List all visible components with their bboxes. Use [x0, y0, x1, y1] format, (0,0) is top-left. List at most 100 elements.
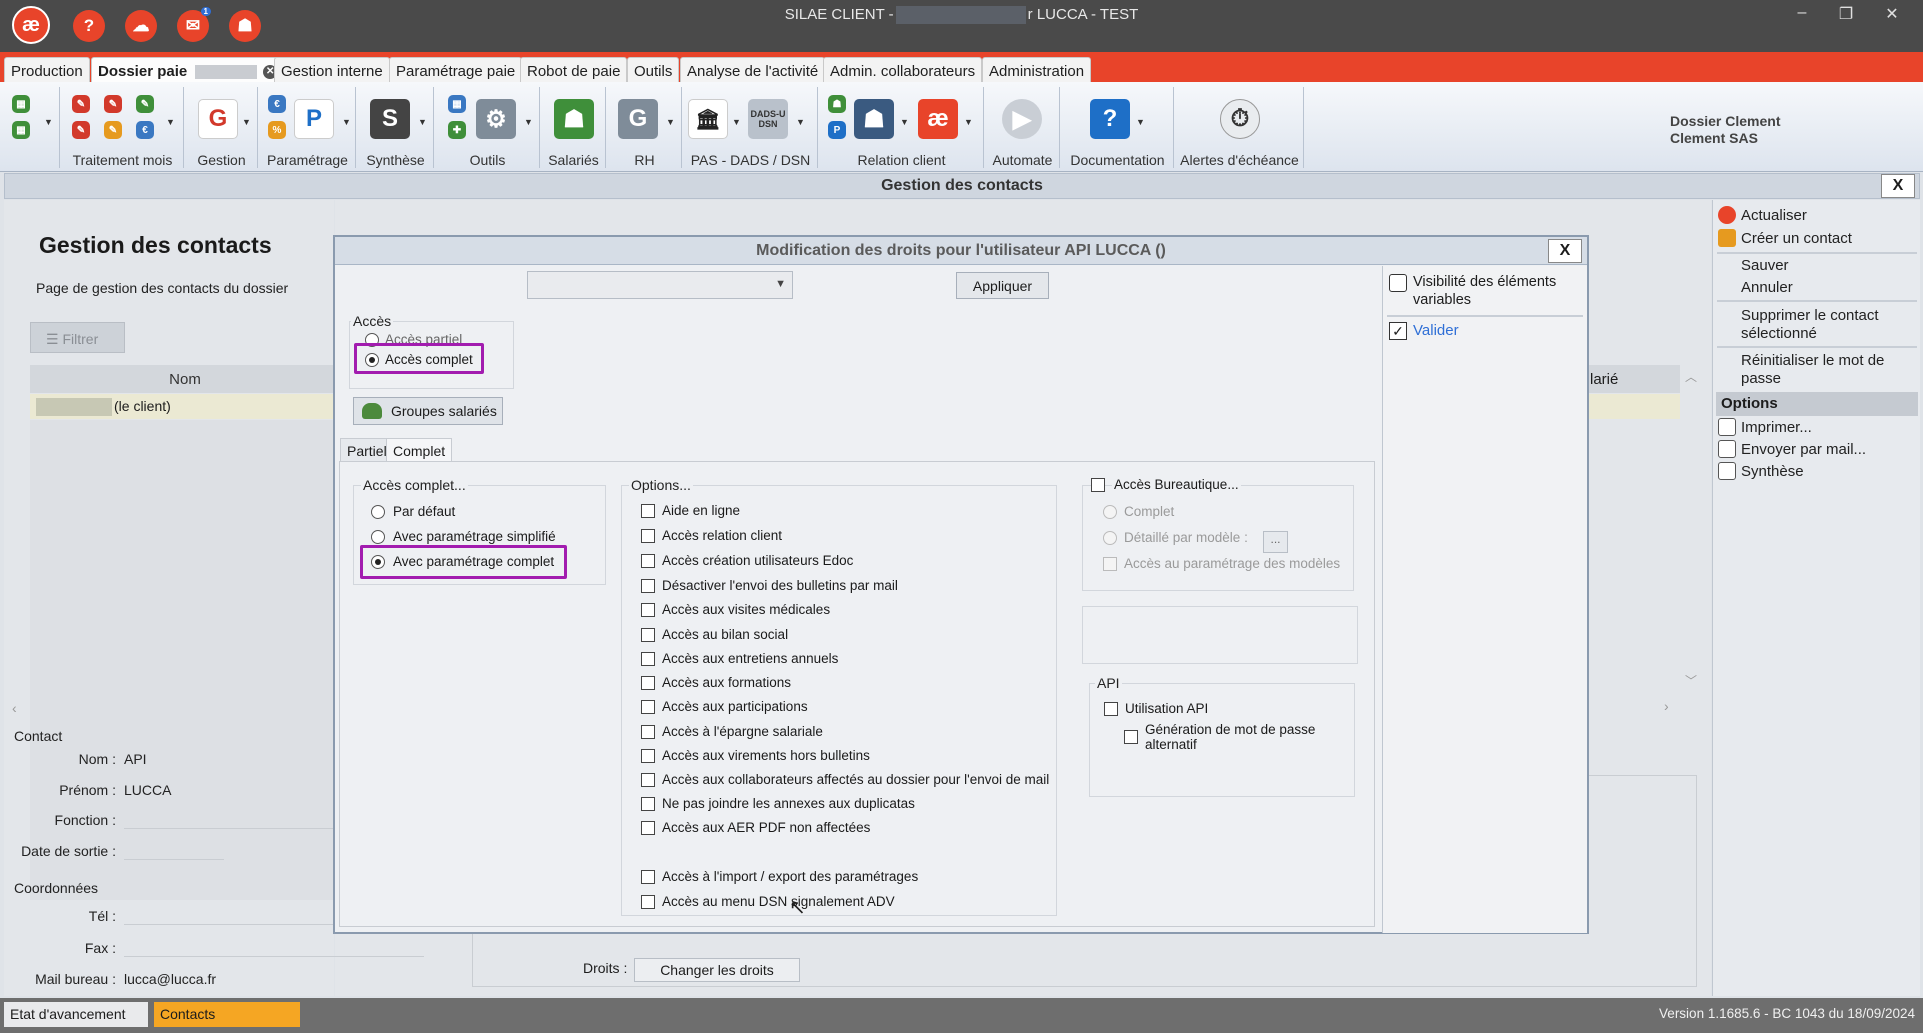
p-icon[interactable]: P: [828, 121, 846, 139]
fonction-field[interactable]: [124, 828, 334, 829]
synthese-icon[interactable]: S: [370, 99, 410, 139]
dropdown-caret-icon[interactable]: ▼: [732, 117, 741, 127]
tab-parametrage-paie[interactable]: Paramétrage paie: [389, 57, 523, 82]
option-checkbox[interactable]: [641, 628, 655, 642]
play-icon[interactable]: ▶: [1002, 99, 1042, 139]
reset-password-action[interactable]: Réinitialiser le mot de passe: [1741, 352, 1911, 388]
mail-field[interactable]: lucca@lucca.fr: [124, 971, 216, 987]
calendar-icon[interactable]: ▦: [448, 95, 466, 113]
entries-icon[interactable]: ✎: [72, 121, 90, 139]
option-checkbox[interactable]: [641, 797, 655, 811]
scroll-left-icon[interactable]: ‹: [4, 700, 338, 718]
calculate-icon[interactable]: ✎: [104, 95, 122, 113]
create-contact-action[interactable]: Créer un contact: [1741, 230, 1852, 248]
tab-gestion-interne[interactable]: Gestion interne: [274, 57, 390, 82]
dropdown-caret-icon[interactable]: ▼: [44, 117, 53, 127]
column-header-nom[interactable]: Nom: [30, 365, 340, 393]
tab-dossier-paie[interactable]: Dossier paie ✕: [91, 57, 285, 82]
euro-icon[interactable]: €: [136, 121, 154, 139]
contact-icon[interactable]: ☗: [828, 95, 846, 113]
fax-field[interactable]: [124, 956, 424, 957]
cancel-action[interactable]: Annuler: [1741, 279, 1793, 297]
dropdown-caret-icon[interactable]: ▼: [166, 117, 175, 127]
groupes-salaries-button[interactable]: Groupes salariés: [353, 397, 503, 425]
salaries-icon[interactable]: ☗: [554, 99, 594, 139]
option-checkbox[interactable]: [641, 821, 655, 835]
apply-button[interactable]: Appliquer: [956, 272, 1049, 299]
option-checkbox[interactable]: [641, 554, 655, 568]
dialog-close-button[interactable]: X: [1548, 239, 1582, 263]
utilisation-api-checkbox[interactable]: [1104, 702, 1118, 716]
payslip-icon[interactable]: ✎: [72, 95, 90, 113]
subtab-complet[interactable]: Complet: [386, 438, 453, 463]
absences-icon[interactable]: ✎: [104, 121, 122, 139]
date-sortie-field[interactable]: [124, 859, 224, 860]
filter-button[interactable]: ☰ Filtrer: [30, 322, 125, 353]
dropdown-caret-icon[interactable]: ▼: [242, 117, 251, 127]
alarm-clock-icon[interactable]: ⏱: [1220, 99, 1260, 139]
team-icon[interactable]: ☗: [854, 99, 894, 139]
print-action[interactable]: Imprimer...: [1741, 419, 1812, 437]
percent-icon[interactable]: %: [268, 121, 286, 139]
dropdown-caret-icon[interactable]: ▼: [666, 117, 675, 127]
option-checkbox[interactable]: [641, 749, 655, 763]
option-checkbox[interactable]: [641, 895, 655, 909]
parametrage-icon[interactable]: P: [294, 99, 334, 139]
ellipsis-button[interactable]: ...: [1263, 531, 1288, 553]
valider-action[interactable]: Valider: [1413, 322, 1459, 339]
dropdown-caret-icon[interactable]: ▼: [796, 117, 805, 127]
profile-select[interactable]: ▼: [527, 271, 793, 299]
send-mail-action[interactable]: Envoyer par mail...: [1741, 441, 1866, 459]
tools-icon[interactable]: ✚: [448, 121, 466, 139]
tab-admin-collaborateurs[interactable]: Admin. collaborateurs: [823, 57, 983, 82]
tab-contacts[interactable]: Contacts: [154, 1002, 300, 1027]
option-checkbox[interactable]: [641, 652, 655, 666]
tab-analyse-activite[interactable]: Analyse de l'activité: [680, 57, 826, 82]
scroll-up-icon[interactable]: ︿: [1685, 368, 1697, 385]
minimize-button[interactable]: –: [1788, 4, 1816, 22]
tab-etat-avancement[interactable]: Etat d'avancement: [4, 1002, 148, 1027]
option-checkbox[interactable]: [641, 603, 655, 617]
institution-icon[interactable]: 🏛: [688, 99, 728, 139]
scroll-down-icon[interactable]: ﹀: [1685, 672, 1697, 689]
dropdown-caret-icon[interactable]: ▼: [418, 117, 427, 127]
scroll-right-icon[interactable]: ›: [1664, 698, 1669, 714]
rh-icon[interactable]: G: [618, 99, 658, 139]
bureautique-complet-radio[interactable]: [1103, 505, 1117, 519]
tab-outils[interactable]: Outils: [627, 57, 680, 82]
actualiser-action[interactable]: Actualiser: [1741, 207, 1807, 225]
par-defaut-radio[interactable]: [371, 505, 385, 519]
dropdown-caret-icon[interactable]: ▼: [342, 117, 351, 127]
option-checkbox[interactable]: [641, 676, 655, 690]
close-content-button[interactable]: X: [1881, 174, 1915, 198]
dropdown-caret-icon[interactable]: ▼: [964, 117, 973, 127]
dropdown-caret-icon[interactable]: ▼: [524, 117, 533, 127]
my-silae-icon[interactable]: æ: [918, 99, 958, 139]
synthese-action[interactable]: Synthèse: [1741, 463, 1804, 481]
gestion-icon[interactable]: G: [198, 99, 238, 139]
option-checkbox[interactable]: [641, 579, 655, 593]
dropdown-caret-icon[interactable]: ▼: [900, 117, 909, 127]
parametrage-simplifie-radio[interactable]: [371, 530, 385, 544]
dadsu-dsn-icon[interactable]: DADS-U DSN: [748, 99, 788, 139]
delete-contact-action[interactable]: Supprimer le contact sélectionné: [1741, 307, 1911, 343]
dossier-icon[interactable]: ▦: [12, 95, 30, 113]
bureautique-checkbox[interactable]: [1091, 478, 1105, 492]
option-checkbox[interactable]: [641, 870, 655, 884]
validate-month-icon[interactable]: ✎: [136, 95, 154, 113]
close-window-button[interactable]: ✕: [1878, 4, 1906, 24]
restore-button[interactable]: ❐: [1832, 4, 1860, 24]
documentation-icon[interactable]: ?: [1090, 99, 1130, 139]
tab-administration[interactable]: Administration: [982, 57, 1092, 82]
outils-icon[interactable]: ⚙: [476, 99, 516, 139]
option-checkbox[interactable]: [641, 529, 655, 543]
currency-icon[interactable]: €: [268, 95, 286, 113]
option-checkbox[interactable]: [641, 700, 655, 714]
visibility-action[interactable]: Visibilité des éléments variables: [1413, 273, 1583, 309]
option-checkbox[interactable]: [641, 773, 655, 787]
bureautique-detail-radio[interactable]: [1103, 531, 1117, 545]
option-checkbox[interactable]: [641, 725, 655, 739]
save-action[interactable]: Sauver: [1741, 257, 1789, 275]
dropdown-caret-icon[interactable]: ▼: [1136, 117, 1145, 127]
employees-icon[interactable]: ▦: [12, 121, 30, 139]
